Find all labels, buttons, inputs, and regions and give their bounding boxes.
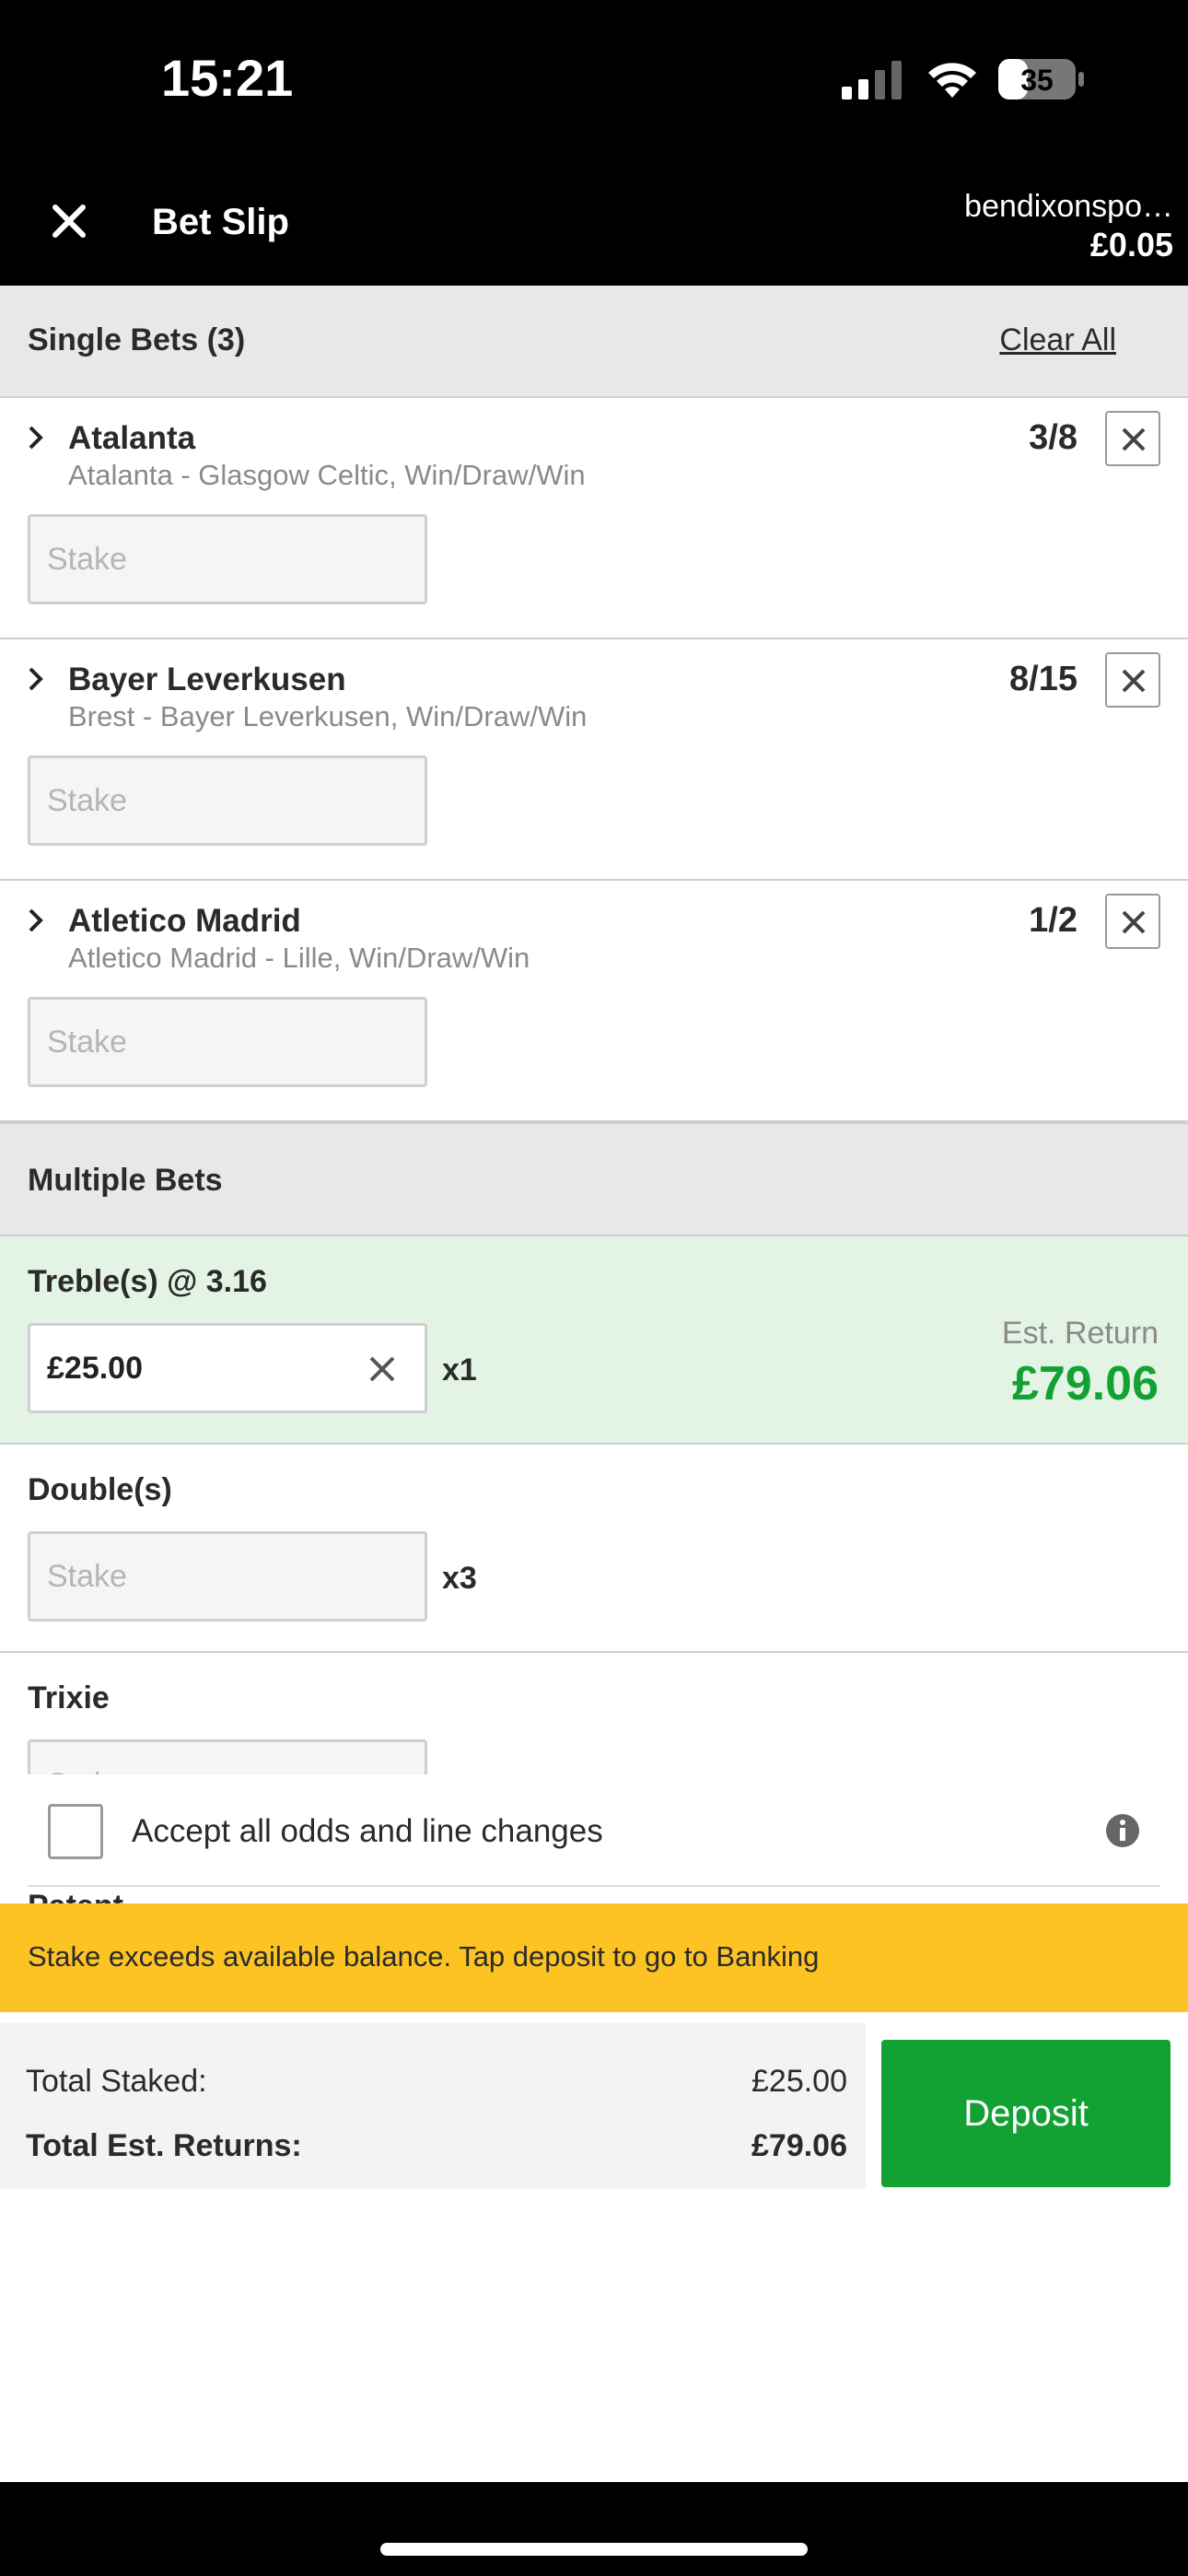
page-title: Bet Slip xyxy=(152,202,289,242)
status-bar: 15:21 35 xyxy=(0,0,1188,161)
total-staked-value: £25.00 xyxy=(751,2064,847,2099)
selection-odds: 3/8 xyxy=(1029,418,1077,457)
total-staked-label: Total Staked: xyxy=(26,2064,207,2099)
selection-name: Atalanta xyxy=(68,420,196,456)
home-bar xyxy=(0,2482,1188,2576)
stake-input[interactable] xyxy=(28,755,427,846)
selection-market: Atalanta - Glasgow Celtic, Win/Draw/Win xyxy=(68,459,586,491)
close-icon[interactable] xyxy=(46,198,92,244)
account-username[interactable]: bendixonspo… xyxy=(934,189,1173,225)
close-icon xyxy=(1122,669,1146,693)
chevron-right-icon[interactable] xyxy=(26,424,46,451)
single-bets-title: Single Bets (3) xyxy=(28,322,246,357)
selection-odds: 8/15 xyxy=(1009,660,1077,698)
accept-odds-label: Accept all odds and line changes xyxy=(132,1813,603,1849)
single-bet: Atalanta Atalanta - Glasgow Celtic, Win/… xyxy=(0,398,1188,639)
multiple-bet-name: Treble(s) @ 3.16 xyxy=(28,1264,267,1299)
divider xyxy=(28,1885,1160,1887)
battery-icon: 35 xyxy=(998,59,1084,100)
info-icon[interactable] xyxy=(1105,1813,1140,1848)
close-icon xyxy=(1122,910,1146,934)
deposit-button[interactable]: Deposit xyxy=(881,2040,1171,2187)
remove-selection-button[interactable] xyxy=(1105,411,1160,466)
total-returns-label: Total Est. Returns: xyxy=(26,2128,302,2163)
battery-level: 35 xyxy=(1020,64,1054,97)
multiple-bets-header: Multiple Bets xyxy=(0,1122,1188,1236)
est-return-value: £79.06 xyxy=(1011,1357,1159,1411)
remove-selection-button[interactable] xyxy=(1105,894,1160,949)
balance-warning-banner: Stake exceeds available balance. Tap dep… xyxy=(0,1903,1188,2012)
selection-name: Bayer Leverkusen xyxy=(68,662,346,697)
accept-odds-row: Accept all odds and line changes xyxy=(0,1774,1188,1887)
selection-market: Atletico Madrid - Lille, Win/Draw/Win xyxy=(68,942,530,974)
wifi-icon xyxy=(928,63,976,98)
account-balance: £0.05 xyxy=(1089,226,1173,263)
status-time: 15:21 xyxy=(161,49,294,107)
selection-name: Atletico Madrid xyxy=(68,903,301,939)
accept-odds-checkbox[interactable] xyxy=(48,1804,103,1859)
home-indicator[interactable] xyxy=(380,2543,808,2556)
single-bet: Atletico Madrid Atletico Madrid - Lille,… xyxy=(0,881,1188,1122)
chevron-right-icon[interactable] xyxy=(26,907,46,934)
stake-input[interactable] xyxy=(28,514,427,604)
multiple-bet-name: Trixie xyxy=(28,1680,110,1715)
multiple-bets-title: Multiple Bets xyxy=(28,1163,223,1198)
stake-input[interactable] xyxy=(28,997,427,1087)
selection-odds: 1/2 xyxy=(1029,901,1077,940)
multiple-bet-count: x1 xyxy=(442,1352,477,1388)
single-bet: Bayer Leverkusen Brest - Bayer Leverkuse… xyxy=(0,639,1188,881)
close-icon xyxy=(1122,427,1146,451)
total-returns-value: £79.06 xyxy=(751,2128,847,2163)
stake-input[interactable] xyxy=(28,1531,427,1622)
cellular-signal-icon xyxy=(842,61,902,100)
est-return-label: Est. Return xyxy=(1001,1316,1159,1351)
clear-stake-icon[interactable] xyxy=(364,1351,401,1388)
balance-warning-text: Stake exceeds available balance. Tap dep… xyxy=(28,1940,820,1973)
single-bets-header: Single Bets (3) Clear All xyxy=(0,286,1188,398)
totals-footer: Total Staked: £25.00 Total Est. Returns:… xyxy=(0,2012,1188,2206)
multiple-bet-doubles: Double(s) x3 xyxy=(0,1445,1188,1653)
totals-summary: Total Staked: £25.00 Total Est. Returns:… xyxy=(0,2023,866,2189)
multiple-bet-name: Double(s) xyxy=(28,1472,172,1507)
clear-all-link[interactable]: Clear All xyxy=(999,322,1116,358)
multiple-bet-treble: Treble(s) @ 3.16 x1 Est. Return £79.06 xyxy=(0,1236,1188,1445)
multiple-bet-count: x3 xyxy=(442,1561,477,1596)
app-header: Bet Slip bendixonspo… £0.05 xyxy=(0,161,1188,286)
chevron-right-icon[interactable] xyxy=(26,665,46,693)
selection-market: Brest - Bayer Leverkusen, Win/Draw/Win xyxy=(68,700,588,732)
remove-selection-button[interactable] xyxy=(1105,652,1160,708)
